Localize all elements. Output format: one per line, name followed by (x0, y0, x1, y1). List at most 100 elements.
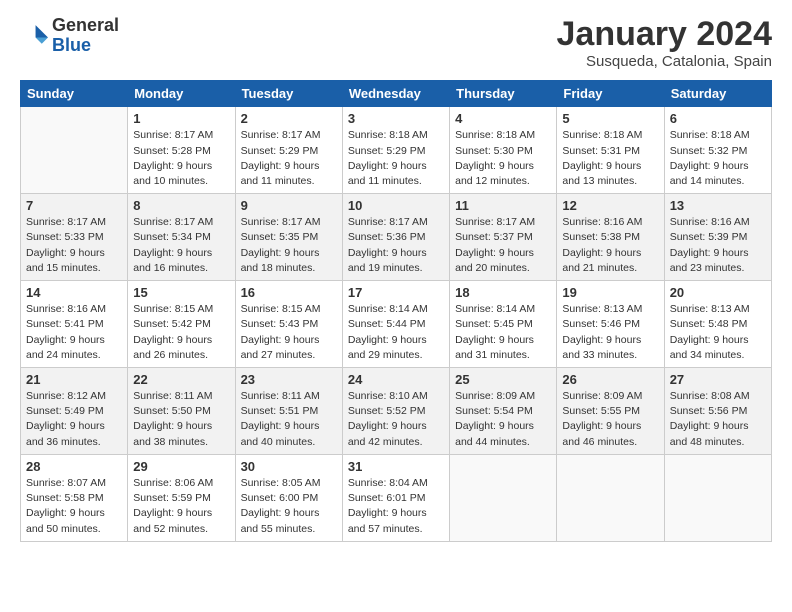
day-info: Sunrise: 8:17 AMSunset: 5:29 PMDaylight:… (241, 128, 337, 189)
day-cell: 8Sunrise: 8:17 AMSunset: 5:34 PMDaylight… (128, 194, 235, 281)
logo-text: General Blue (52, 16, 119, 56)
day-cell (450, 454, 557, 541)
weekday-monday: Monday (128, 81, 235, 107)
day-cell: 9 Sunrise: 8:17 AMSunset: 5:35 PMDaylight… (235, 194, 342, 281)
day-number: 9 (241, 198, 337, 213)
day-number: 19 (562, 285, 658, 300)
day-number: 25 (455, 372, 551, 387)
day-info: Sunrise: 8:08 AMSunset: 5:56 PMDaylight:… (670, 389, 766, 450)
day-info: Sunrise: 8:14 AMSunset: 5:44 PMDaylight:… (348, 302, 444, 363)
day-cell: 22 Sunrise: 8:11 AMSunset: 5:50 PMDayligh… (128, 368, 235, 455)
day-info: Sunrise: 8:04 AMSunset: 6:01 PMDaylight:… (348, 476, 444, 537)
day-cell: 12Sunrise: 8:16 AMSunset: 5:38 PMDayligh… (557, 194, 664, 281)
week-row-5: 28 Sunrise: 8:07 AMSunset: 5:58 PMDayligh… (21, 454, 772, 541)
day-number: 22 (133, 372, 229, 387)
day-info: Sunrise: 8:10 AMSunset: 5:52 PMDaylight:… (348, 389, 444, 450)
day-number: 4 (455, 111, 551, 126)
day-info: Sunrise: 8:13 AMSunset: 5:48 PMDaylight:… (670, 302, 766, 363)
day-cell: 24 Sunrise: 8:10 AMSunset: 5:52 PMDayligh… (342, 368, 449, 455)
day-info: Sunrise: 8:15 AMSunset: 5:43 PMDaylight:… (241, 302, 337, 363)
day-info: Sunrise: 8:16 AMSunset: 5:41 PMDaylight:… (26, 302, 122, 363)
day-info: Sunrise: 8:15 AMSunset: 5:42 PMDaylight:… (133, 302, 229, 363)
day-number: 12 (562, 198, 658, 213)
day-cell: 1Sunrise: 8:17 AMSunset: 5:28 PMDaylight… (128, 107, 235, 194)
day-cell: 14 Sunrise: 8:16 AMSunset: 5:41 PMDayligh… (21, 281, 128, 368)
day-cell: 31 Sunrise: 8:04 AMSunset: 6:01 PMDayligh… (342, 454, 449, 541)
day-info: Sunrise: 8:11 AMSunset: 5:50 PMDaylight:… (133, 389, 229, 450)
day-info: Sunrise: 8:17 AMSunset: 5:35 PMDaylight:… (241, 215, 337, 276)
day-info: Sunrise: 8:17 AMSunset: 5:33 PMDaylight:… (26, 215, 122, 276)
logo-icon (20, 22, 48, 50)
day-info: Sunrise: 8:17 AMSunset: 5:37 PMDaylight:… (455, 215, 551, 276)
day-cell: 6Sunrise: 8:18 AMSunset: 5:32 PMDaylight… (664, 107, 771, 194)
day-number: 7 (26, 198, 122, 213)
day-number: 17 (348, 285, 444, 300)
day-info: Sunrise: 8:18 AMSunset: 5:29 PMDaylight:… (348, 128, 444, 189)
day-info: Sunrise: 8:18 AMSunset: 5:30 PMDaylight:… (455, 128, 551, 189)
day-number: 13 (670, 198, 766, 213)
day-number: 26 (562, 372, 658, 387)
week-row-4: 21 Sunrise: 8:12 AMSunset: 5:49 PMDayligh… (21, 368, 772, 455)
weekday-tuesday: Tuesday (235, 81, 342, 107)
header: General Blue January 2024 Susqueda, Cata… (20, 16, 772, 70)
day-cell: 15 Sunrise: 8:15 AMSunset: 5:42 PMDayligh… (128, 281, 235, 368)
day-cell: 28 Sunrise: 8:07 AMSunset: 5:58 PMDayligh… (21, 454, 128, 541)
day-info: Sunrise: 8:11 AMSunset: 5:51 PMDaylight:… (241, 389, 337, 450)
calendar-table: SundayMondayTuesdayWednesdayThursdayFrid… (20, 80, 772, 541)
day-cell: 27 Sunrise: 8:08 AMSunset: 5:56 PMDayligh… (664, 368, 771, 455)
page: General Blue January 2024 Susqueda, Cata… (0, 0, 792, 612)
day-cell: 10Sunrise: 8:17 AMSunset: 5:36 PMDayligh… (342, 194, 449, 281)
day-info: Sunrise: 8:16 AMSunset: 5:39 PMDaylight:… (670, 215, 766, 276)
day-cell (664, 454, 771, 541)
day-number: 29 (133, 459, 229, 474)
day-number: 14 (26, 285, 122, 300)
day-number: 16 (241, 285, 337, 300)
week-row-3: 14 Sunrise: 8:16 AMSunset: 5:41 PMDayligh… (21, 281, 772, 368)
day-cell: 16 Sunrise: 8:15 AMSunset: 5:43 PMDayligh… (235, 281, 342, 368)
day-cell: 2Sunrise: 8:17 AMSunset: 5:29 PMDaylight… (235, 107, 342, 194)
day-cell: 21 Sunrise: 8:12 AMSunset: 5:49 PMDayligh… (21, 368, 128, 455)
day-number: 24 (348, 372, 444, 387)
day-cell: 7 Sunrise: 8:17 AMSunset: 5:33 PMDaylight… (21, 194, 128, 281)
day-info: Sunrise: 8:12 AMSunset: 5:49 PMDaylight:… (26, 389, 122, 450)
weekday-saturday: Saturday (664, 81, 771, 107)
day-number: 6 (670, 111, 766, 126)
month-title: January 2024 (557, 16, 773, 53)
day-cell: 5Sunrise: 8:18 AMSunset: 5:31 PMDaylight… (557, 107, 664, 194)
day-cell: 19Sunrise: 8:13 AMSunset: 5:46 PMDayligh… (557, 281, 664, 368)
week-row-1: 1Sunrise: 8:17 AMSunset: 5:28 PMDaylight… (21, 107, 772, 194)
weekday-sunday: Sunday (21, 81, 128, 107)
day-number: 31 (348, 459, 444, 474)
day-cell: 23 Sunrise: 8:11 AMSunset: 5:51 PMDayligh… (235, 368, 342, 455)
day-info: Sunrise: 8:17 AMSunset: 5:36 PMDaylight:… (348, 215, 444, 276)
day-cell: 25 Sunrise: 8:09 AMSunset: 5:54 PMDayligh… (450, 368, 557, 455)
day-number: 30 (241, 459, 337, 474)
day-cell (21, 107, 128, 194)
day-cell: 30 Sunrise: 8:05 AMSunset: 6:00 PMDayligh… (235, 454, 342, 541)
day-info: Sunrise: 8:07 AMSunset: 5:58 PMDaylight:… (26, 476, 122, 537)
day-cell: 18 Sunrise: 8:14 AMSunset: 5:45 PMDayligh… (450, 281, 557, 368)
day-number: 8 (133, 198, 229, 213)
day-number: 27 (670, 372, 766, 387)
day-cell: 17 Sunrise: 8:14 AMSunset: 5:44 PMDayligh… (342, 281, 449, 368)
day-number: 3 (348, 111, 444, 126)
day-number: 5 (562, 111, 658, 126)
day-number: 23 (241, 372, 337, 387)
day-number: 28 (26, 459, 122, 474)
day-cell: 3 Sunrise: 8:18 AMSunset: 5:29 PMDaylight… (342, 107, 449, 194)
day-number: 11 (455, 198, 551, 213)
day-cell: 20Sunrise: 8:13 AMSunset: 5:48 PMDayligh… (664, 281, 771, 368)
weekday-header-row: SundayMondayTuesdayWednesdayThursdayFrid… (21, 81, 772, 107)
day-number: 18 (455, 285, 551, 300)
day-cell (557, 454, 664, 541)
day-cell: 29 Sunrise: 8:06 AMSunset: 5:59 PMDayligh… (128, 454, 235, 541)
day-info: Sunrise: 8:09 AMSunset: 5:55 PMDaylight:… (562, 389, 658, 450)
title-area: January 2024 Susqueda, Catalonia, Spain (557, 16, 773, 70)
weekday-wednesday: Wednesday (342, 81, 449, 107)
day-number: 21 (26, 372, 122, 387)
day-info: Sunrise: 8:09 AMSunset: 5:54 PMDaylight:… (455, 389, 551, 450)
day-number: 15 (133, 285, 229, 300)
day-info: Sunrise: 8:06 AMSunset: 5:59 PMDaylight:… (133, 476, 229, 537)
day-info: Sunrise: 8:05 AMSunset: 6:00 PMDaylight:… (241, 476, 337, 537)
day-info: Sunrise: 8:14 AMSunset: 5:45 PMDaylight:… (455, 302, 551, 363)
